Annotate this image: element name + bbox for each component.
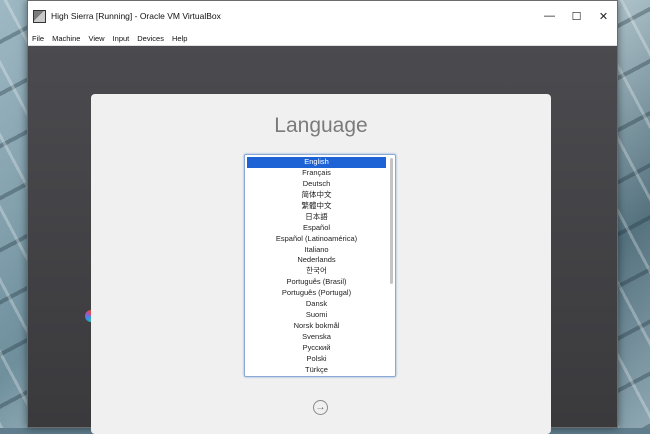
menu-input[interactable]: Input [113, 34, 130, 43]
language-item[interactable]: Italiano [247, 245, 386, 256]
language-list-items: English Français Deutsch 简体中文 繁體中文 日本語 Español… [247, 157, 386, 376]
language-installer-panel: Language English Français Deutsch 简体中文 繁體中文日… [91, 94, 551, 434]
menu-file[interactable]: File [32, 34, 44, 43]
language-item[interactable]: Deutsch [247, 179, 386, 190]
menu-help[interactable]: Help [172, 34, 187, 43]
language-list[interactable]: English Français Deutsch 简体中文 繁體中文 日本語 Español… [244, 154, 396, 377]
language-item[interactable]: Português (Portugal) [247, 288, 386, 299]
window-controls: — ☐ ✕ [536, 1, 617, 31]
title-bar[interactable]: High Sierra [Running] - Oracle VM Virtua… [28, 1, 617, 31]
language-item[interactable]: Русский [247, 343, 386, 354]
language-item[interactable]: 한국어 [247, 266, 386, 277]
language-item[interactable]: Français [247, 168, 386, 179]
language-item[interactable]: Polski [247, 354, 386, 365]
list-scrollbar[interactable] [390, 158, 393, 284]
language-item[interactable]: Español (Latinoamérica) [247, 234, 386, 245]
language-item[interactable]: Português (Brasil) [247, 277, 386, 288]
language-item[interactable]: English [247, 157, 386, 168]
language-item[interactable]: Suomi [247, 310, 386, 321]
language-item[interactable]: Dansk [247, 299, 386, 310]
language-item[interactable]: 繁體中文 [247, 201, 386, 212]
continue-button[interactable]: → [313, 400, 328, 415]
maximize-button[interactable]: ☐ [563, 1, 590, 31]
virtualbox-app-icon [33, 9, 46, 23]
language-item[interactable]: 日本語 [247, 212, 386, 223]
language-item[interactable]: Norsk bokmål [247, 321, 386, 332]
menu-devices[interactable]: Devices [137, 34, 164, 43]
language-item[interactable]: 简体中文 [247, 190, 386, 201]
menu-bar: File Machine View Input Devices Help [28, 31, 617, 46]
vm-display[interactable]: Language English Français Deutsch 简体中文 繁體中文日… [28, 46, 617, 434]
virtualbox-window: High Sierra [Running] - Oracle VM Virtua… [27, 0, 618, 434]
language-item[interactable]: Türkçe [247, 365, 386, 376]
language-item[interactable]: Nederlands [247, 255, 386, 266]
language-item[interactable]: Español [247, 223, 386, 234]
window-title: High Sierra [Running] - Oracle VM Virtua… [51, 11, 221, 21]
arrow-right-icon: → [315, 402, 326, 413]
menu-view[interactable]: View [88, 34, 104, 43]
page-title: Language [274, 114, 368, 137]
menu-machine[interactable]: Machine [52, 34, 80, 43]
minimize-button[interactable]: — [536, 1, 563, 31]
language-item[interactable]: Svenska [247, 332, 386, 343]
close-button[interactable]: ✕ [590, 1, 617, 31]
